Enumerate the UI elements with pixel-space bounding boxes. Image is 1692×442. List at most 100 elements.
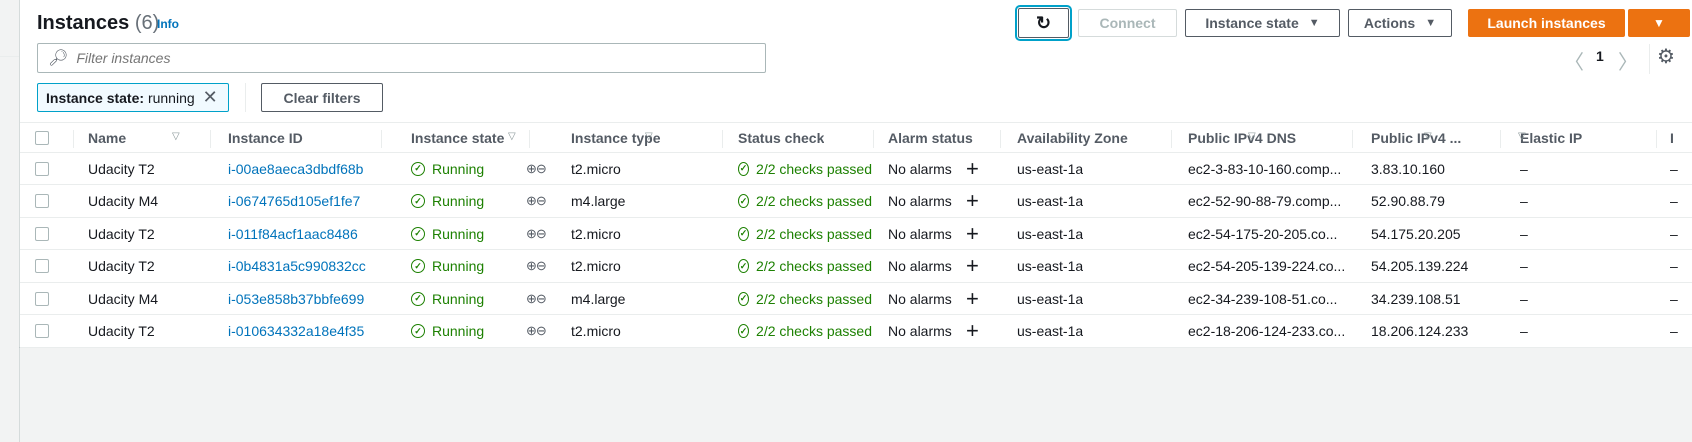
add-alarm-icon[interactable]: +: [966, 316, 979, 347]
info-link[interactable]: Info: [157, 17, 179, 31]
column-header[interactable]: Status check: [738, 123, 824, 152]
row-checkbox[interactable]: [35, 226, 49, 241]
table-row[interactable]: Udacity M4 i-053e858b37bbfe699 ✓ Running …: [20, 283, 1692, 315]
table-row[interactable]: Udacity T2 i-0b4831a5c990832cc ✓ Running …: [20, 251, 1692, 283]
add-alarm-icon[interactable]: +: [966, 218, 979, 249]
table-row[interactable]: Udacity M4 i-0674765d105ef1fe7 ✓ Running …: [20, 186, 1692, 218]
column-header[interactable]: Public IPv4 ...: [1371, 123, 1461, 152]
column-header[interactable]: Name: [88, 123, 126, 152]
instance-id-link[interactable]: i-010634332a18e4f35: [228, 316, 364, 347]
column-divider[interactable]: [1352, 130, 1353, 148]
dns-cell: ec2-18-206-124-233.co...: [1188, 323, 1346, 339]
empty-area: [19, 348, 1692, 442]
clear-filters-button[interactable]: Clear filters: [261, 83, 383, 112]
zoom-in-icon[interactable]: ⊕: [526, 226, 537, 242]
left-divider: [0, 56, 20, 57]
column-header[interactable]: I: [1670, 123, 1674, 152]
zoom-in-icon[interactable]: ⊕: [526, 291, 537, 307]
column-divider[interactable]: [529, 130, 530, 148]
column-header[interactable]: Alarm status: [888, 123, 973, 152]
zoom-in-icon[interactable]: ⊕: [526, 323, 537, 339]
column-header[interactable]: Instance state: [411, 123, 504, 152]
zoom-out-icon[interactable]: ⊖: [536, 291, 546, 307]
dns-cell: ec2-54-205-139-224.co...: [1188, 258, 1346, 274]
row-checkbox[interactable]: [35, 291, 49, 306]
check-circle-icon: ✓: [738, 291, 750, 306]
column-divider[interactable]: [210, 130, 211, 148]
prev-page-icon[interactable]: 〈: [1564, 46, 1584, 75]
zoom-in-icon[interactable]: ⊕: [526, 161, 537, 177]
next-page-icon[interactable]: 〉: [1618, 46, 1638, 75]
sort-icon[interactable]: ▽: [1424, 131, 1432, 142]
row-checkbox[interactable]: [35, 324, 49, 338]
status-check-cell: ✓ 2/2 checks passed: [738, 290, 872, 307]
name-cell: Udacity M4: [88, 290, 159, 307]
connect-button[interactable]: Connect: [1078, 9, 1177, 37]
table-row[interactable]: Udacity T2 i-010634332a18e4f35 ✓ Running …: [20, 316, 1692, 348]
elastic-ip-cell: –: [1520, 160, 1528, 177]
check-circle-icon: ✓: [738, 259, 750, 273]
gear-icon[interactable]: ⚙: [1657, 44, 1675, 69]
instance-id-link[interactable]: i-053e858b37bbfe699: [228, 283, 364, 314]
table-row[interactable]: Udacity T2 i-00ae8aeca3dbdf68b ✓ Running …: [20, 153, 1692, 185]
close-icon[interactable]: ✕: [203, 87, 218, 108]
az-cell: us-east-1a: [1017, 160, 1084, 177]
instance-id-link[interactable]: i-011f84acf1aac8486: [228, 218, 358, 249]
column-header[interactable]: Elastic IP: [1520, 123, 1582, 152]
column-divider[interactable]: [1000, 130, 1001, 148]
column-header[interactable]: Instance ID: [228, 123, 303, 152]
column-divider[interactable]: [1500, 130, 1501, 148]
select-all-cell: [35, 123, 49, 152]
column-divider[interactable]: [1171, 130, 1172, 148]
column-divider[interactable]: [73, 130, 74, 148]
launch-instances-button[interactable]: Launch instances: [1468, 9, 1625, 37]
select-all-checkbox[interactable]: [35, 130, 49, 145]
row-checkbox[interactable]: [35, 161, 49, 176]
zoom-out-icon[interactable]: ⊖: [536, 323, 546, 339]
az-cell: us-east-1a: [1017, 290, 1084, 307]
refresh-button[interactable]: ↻: [1015, 5, 1072, 41]
sort-icon[interactable]: ▽: [1066, 131, 1074, 142]
instance-state-button[interactable]: Instance state ▼: [1185, 9, 1340, 37]
check-circle-icon: ✓: [411, 259, 425, 273]
filter-input-wrapper[interactable]: 🔎︎: [37, 43, 766, 73]
table-row[interactable]: Udacity T2 i-011f84acf1aac8486 ✓ Running …: [20, 218, 1692, 250]
ipv4-cell: 54.175.20.205: [1371, 225, 1461, 242]
sort-icon[interactable]: ▽: [645, 131, 653, 142]
instance-id-link[interactable]: i-0b4831a5c990832cc: [228, 251, 366, 282]
column-header[interactable]: Public IPv4 DNS: [1188, 123, 1296, 152]
row-checkbox[interactable]: [35, 259, 49, 273]
column-divider[interactable]: [381, 130, 382, 148]
zoom-out-icon[interactable]: ⊖: [536, 258, 546, 274]
instance-type-cell: m4.large: [571, 290, 626, 307]
filter-input[interactable]: [76, 50, 727, 66]
column-divider[interactable]: [873, 130, 874, 148]
check-circle-icon: ✓: [411, 226, 425, 241]
add-alarm-icon[interactable]: +: [966, 251, 979, 282]
zoom-in-icon[interactable]: ⊕: [526, 193, 537, 209]
add-alarm-icon[interactable]: +: [966, 186, 979, 217]
sort-icon[interactable]: ▽: [1248, 131, 1256, 142]
zoom-out-icon[interactable]: ⊖: [536, 226, 546, 242]
elastic-ip-cell: –: [1520, 323, 1528, 339]
instance-id-link[interactable]: i-00ae8aeca3dbdf68b: [228, 153, 363, 184]
zoom-out-icon[interactable]: ⊖: [536, 193, 546, 209]
name-cell: Udacity T2: [88, 258, 155, 274]
sort-icon[interactable]: ▽: [1518, 131, 1526, 142]
launch-options-dropdown[interactable]: ▼: [1628, 9, 1690, 37]
column-divider[interactable]: [1656, 130, 1657, 148]
row-checkbox[interactable]: [35, 194, 49, 208]
zoom-out-icon[interactable]: ⊖: [536, 161, 546, 177]
instance-id-link[interactable]: i-0674765d105ef1fe7: [228, 186, 360, 217]
sort-icon[interactable]: ▽: [172, 131, 180, 142]
elastic-ip-cell: –: [1520, 258, 1528, 274]
sort-icon[interactable]: ▽: [508, 131, 516, 142]
add-alarm-icon[interactable]: +: [966, 283, 979, 314]
zoom-in-icon[interactable]: ⊕: [526, 258, 537, 274]
column-divider[interactable]: [722, 130, 723, 148]
actions-button[interactable]: Actions ▼: [1348, 9, 1452, 37]
next-column-cell: –: [1670, 290, 1678, 307]
page-title: Instances (6): [37, 12, 160, 34]
add-alarm-icon[interactable]: +: [966, 153, 979, 184]
page-number[interactable]: 1: [1596, 48, 1604, 64]
